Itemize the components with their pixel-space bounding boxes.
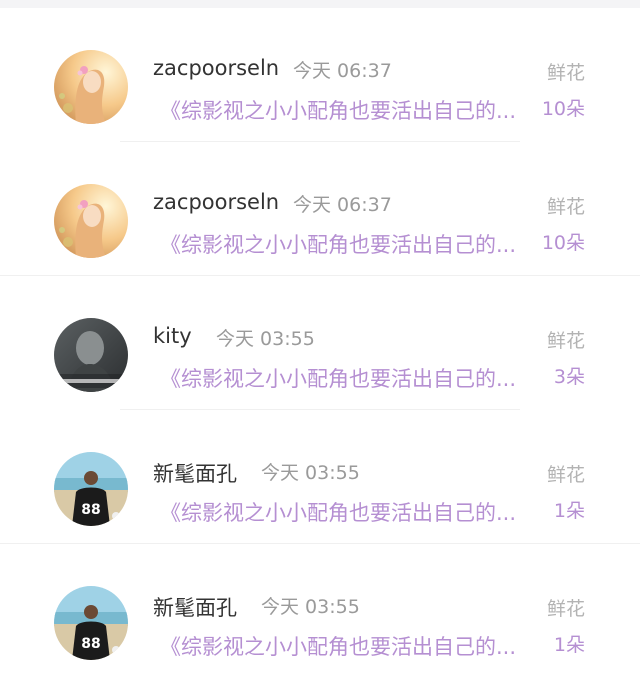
gift-count: 10朵 bbox=[541, 98, 585, 120]
girl-flower-avatar-icon bbox=[54, 50, 128, 124]
avatar[interactable] bbox=[54, 184, 128, 258]
reward-list: zacpoorseln 今天 06:37 鲜花 《综影视之小小配角也要活出自己的… bbox=[0, 8, 640, 678]
gift-label: 鲜花 bbox=[546, 464, 585, 486]
list-item[interactable]: zacpoorseln 今天 06:37 鲜花 《综影视之小小配角也要活出自己的… bbox=[0, 8, 640, 142]
username[interactable]: 新髦面孔 bbox=[153, 458, 237, 488]
username[interactable]: 新髦面孔 bbox=[153, 592, 237, 622]
book-title-link[interactable]: 《综影视之小小配角也要活出自己的... bbox=[160, 229, 530, 259]
reward-time: 今天 06:37 bbox=[293, 60, 392, 82]
gift-count: 10朵 bbox=[541, 232, 585, 254]
jersey-number: 88 bbox=[81, 502, 100, 518]
avatar[interactable]: 88 bbox=[54, 586, 128, 660]
girl-flower-avatar-icon bbox=[54, 184, 128, 258]
username[interactable]: kity bbox=[153, 324, 192, 348]
gift-label: 鲜花 bbox=[546, 196, 585, 218]
username[interactable]: zacpoorseln bbox=[153, 190, 279, 214]
list-item[interactable]: 88 新髦面孔 今天 03:55 鲜花 《综影视之小小配角也要活出自己的... … bbox=[0, 410, 640, 544]
reward-time: 今天 03:55 bbox=[261, 462, 360, 484]
book-title-link[interactable]: 《综影视之小小配角也要活出自己的... bbox=[160, 631, 530, 661]
avatar[interactable]: 88 bbox=[54, 452, 128, 526]
avatar[interactable] bbox=[54, 50, 128, 124]
book-title-link[interactable]: 《综影视之小小配角也要活出自己的... bbox=[160, 497, 530, 527]
beach-jersey-88-avatar-icon: 88 bbox=[54, 452, 128, 526]
gift-count: 1朵 bbox=[553, 500, 585, 522]
reward-time: 今天 03:55 bbox=[216, 328, 315, 350]
dark-portrait-avatar-icon bbox=[54, 318, 128, 392]
gift-label: 鲜花 bbox=[546, 62, 585, 84]
gift-count: 3朵 bbox=[553, 366, 585, 388]
gift-label: 鲜花 bbox=[546, 598, 585, 620]
list-item[interactable]: zacpoorseln 今天 06:37 鲜花 《综影视之小小配角也要活出自己的… bbox=[0, 142, 640, 276]
avatar[interactable] bbox=[54, 318, 128, 392]
reward-time: 今天 06:37 bbox=[293, 194, 392, 216]
gift-label: 鲜花 bbox=[546, 330, 585, 352]
beach-jersey-88-avatar-icon: 88 bbox=[54, 586, 128, 660]
book-title-link[interactable]: 《综影视之小小配角也要活出自己的... bbox=[160, 363, 530, 393]
reward-time: 今天 03:55 bbox=[261, 596, 360, 618]
jersey-number: 88 bbox=[81, 636, 100, 652]
list-item[interactable]: 88 新髦面孔 今天 03:55 鲜花 《综影视之小小配角也要活出自己的... … bbox=[0, 544, 640, 678]
gift-count: 1朵 bbox=[553, 634, 585, 656]
username[interactable]: zacpoorseln bbox=[153, 56, 279, 80]
list-item[interactable]: kity 今天 03:55 鲜花 《综影视之小小配角也要活出自己的... 3朵 bbox=[0, 276, 640, 410]
top-strip bbox=[0, 0, 640, 8]
book-title-link[interactable]: 《综影视之小小配角也要活出自己的... bbox=[160, 95, 530, 125]
